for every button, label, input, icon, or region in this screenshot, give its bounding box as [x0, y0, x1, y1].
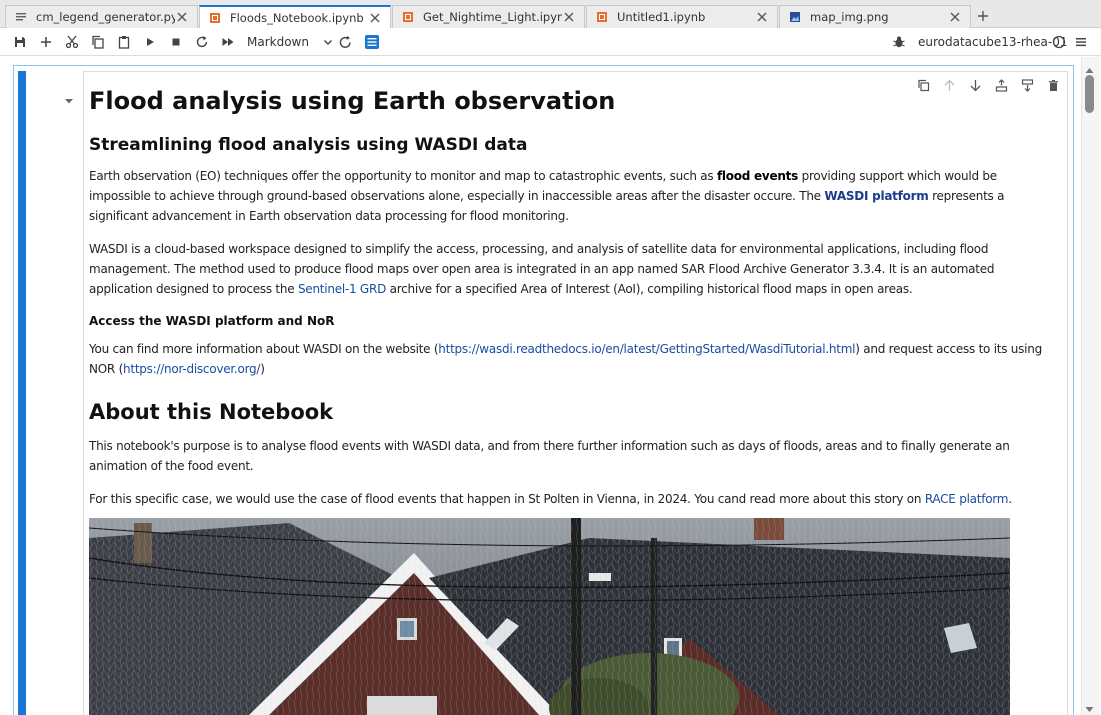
cell-collapser[interactable]: [18, 71, 26, 715]
hamburger-icon: [1076, 38, 1086, 47]
notebook-toolbar: Markdown eurodatacube13-rhea-01: [0, 28, 1101, 56]
clipboard-icon: [118, 36, 130, 49]
restart-kernel-button[interactable]: [192, 32, 212, 52]
close-icon[interactable]: [755, 10, 769, 24]
play-icon: [147, 38, 154, 46]
text: ): [260, 362, 265, 376]
cell-type-select[interactable]: Markdown: [247, 33, 333, 51]
text: You can find more information about WASD…: [89, 342, 439, 356]
paragraph-case: For this specific case, we would use the…: [89, 489, 1049, 509]
close-icon[interactable]: [368, 11, 382, 25]
tab-map-img[interactable]: map_img.png: [779, 5, 971, 28]
kernel-name[interactable]: eurodatacube13-rhea-01: [918, 35, 1068, 49]
text: Earth observation (EO) techniques offer …: [89, 169, 717, 183]
copy-cell-button[interactable]: [88, 32, 108, 52]
scroll-down-button[interactable]: [1085, 700, 1094, 715]
new-tab-button[interactable]: [973, 6, 993, 26]
tab-untitled1[interactable]: Untitled1.ipynb: [586, 5, 778, 28]
bug-icon: [893, 36, 905, 48]
wasdi-platform-link[interactable]: WASDI platform: [824, 189, 928, 203]
insert-cell-button[interactable]: [36, 32, 56, 52]
notebook-icon: [208, 11, 222, 25]
paste-cell-button[interactable]: [114, 32, 134, 52]
wasdi-docs-link[interactable]: https://wasdi.readthedocs.io/en/latest/G…: [438, 342, 855, 356]
text: archive for a specified Area of Interest…: [386, 282, 913, 296]
circle-arrow-icon: [339, 35, 351, 48]
notebook-title: Flood analysis using Earth observation: [89, 87, 616, 115]
section-heading-streamlining: Streamlining flood analysis using WASDI …: [89, 135, 528, 155]
tab-label: cm_legend_generator.py: [36, 10, 175, 24]
tab-label: Get_Nightime_Light.ipynb: [423, 10, 562, 24]
collapse-heading-toggle[interactable]: [63, 94, 75, 112]
interrupt-kernel-button[interactable]: [166, 32, 186, 52]
notebook-icon: [595, 10, 609, 24]
copy-icon: [92, 35, 104, 49]
tab-get-nightime-light[interactable]: Get_Nightime_Light.ipynb: [392, 5, 585, 28]
list-icon: [365, 35, 379, 49]
debugger-button[interactable]: [889, 32, 909, 52]
tab-floods-notebook[interactable]: Floods_Notebook.ipynb: [199, 5, 391, 29]
tab-label: map_img.png: [810, 10, 889, 24]
tab-bar: cm_legend_generator.py Floods_Notebook.i…: [0, 0, 1101, 29]
paragraph-wasdi: WASDI is a cloud-based workspace designe…: [89, 239, 1049, 299]
caret-down-icon: [65, 99, 73, 104]
scrollbar-thumb[interactable]: [1085, 75, 1094, 113]
triangle-down-icon: [1085, 707, 1094, 712]
kernel-status-indicator: [1049, 32, 1069, 52]
tab-label: Floods_Notebook.ipynb: [230, 11, 364, 25]
paragraph-access: You can find more information about WASD…: [89, 339, 1049, 379]
image-file-icon: [788, 10, 802, 24]
tab-label: Untitled1.ipynb: [617, 10, 706, 24]
text-file-icon: [14, 10, 28, 24]
close-icon[interactable]: [175, 10, 189, 24]
flood-photo: [89, 518, 1010, 715]
text: .: [1008, 492, 1012, 506]
markdown-output: Flood analysis using Earth observation S…: [89, 83, 1049, 522]
table-of-contents-button[interactable]: [362, 32, 382, 52]
fast-forward-icon: [222, 38, 234, 46]
notebook-icon: [401, 10, 415, 24]
paragraph-purpose: This notebook's purpose is to analyse fl…: [89, 439, 1010, 473]
save-icon: [15, 37, 25, 47]
bold-text: flood events: [716, 169, 799, 183]
plus-icon: [41, 37, 51, 47]
save-button[interactable]: [10, 32, 30, 52]
scissors-icon: [65, 35, 79, 49]
plus-icon: [978, 11, 988, 21]
paragraph-intro: Earth observation (EO) techniques offer …: [89, 166, 1049, 226]
stop-icon: [172, 38, 180, 46]
restart-run-all-button[interactable]: [218, 32, 238, 52]
kernel-idle-icon: [1052, 35, 1066, 49]
triangle-up-icon: [1085, 68, 1094, 73]
cut-cell-button[interactable]: [62, 32, 82, 52]
run-cell-button[interactable]: [140, 32, 160, 52]
vertical-scrollbar[interactable]: [1081, 57, 1099, 715]
open-kernel-sessions-button[interactable]: [335, 32, 355, 52]
section-heading-about: About this Notebook: [89, 400, 334, 424]
close-icon[interactable]: [562, 10, 576, 24]
menu-button[interactable]: [1071, 32, 1091, 52]
chevron-down-icon: [323, 40, 332, 45]
subheading-access: Access the WASDI platform and NoR: [89, 314, 335, 328]
sentinel-1-grd-link[interactable]: Sentinel-1 GRD: [298, 282, 386, 296]
tab-cm-legend-generator[interactable]: cm_legend_generator.py: [5, 5, 198, 28]
nor-discover-link[interactable]: https://nor-discover.org/: [123, 362, 260, 376]
refresh-icon: [196, 36, 208, 48]
race-platform-link[interactable]: RACE platform: [925, 492, 1009, 506]
text: For this specific case, we would use the…: [89, 492, 925, 506]
close-icon[interactable]: [948, 10, 962, 24]
cell-type-value: Markdown: [247, 35, 309, 49]
